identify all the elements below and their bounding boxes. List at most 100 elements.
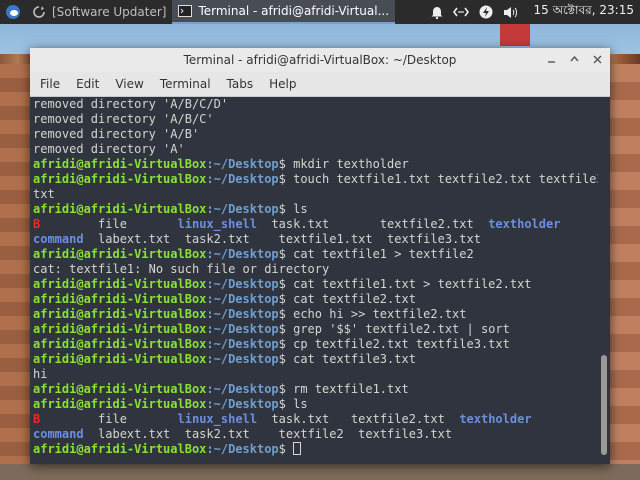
background-awning: [500, 24, 530, 46]
window-titlebar[interactable]: Terminal - afridi@afridi-VirtualBox: ~/D…: [30, 48, 610, 72]
output-line: removed directory 'A': [33, 142, 185, 156]
command-text: grep '$$' textfile2.txt | sort: [285, 322, 510, 336]
menu-edit[interactable]: Edit: [68, 77, 107, 91]
prompt-user: afridi@afridi-VirtualBox: [33, 322, 207, 336]
command-line: afridi@afridi-VirtualBox:~/Desktop$ ls: [33, 202, 598, 217]
prompt-user: afridi@afridi-VirtualBox: [33, 307, 207, 321]
prompt-user: afridi@afridi-VirtualBox: [33, 352, 207, 366]
command-line: afridi@afridi-VirtualBox:~/Desktop$ rm t…: [33, 382, 598, 397]
menu-view[interactable]: View: [107, 77, 151, 91]
taskbar-item-terminal[interactable]: Terminal - afridi@afridi-Virtual...: [172, 0, 396, 24]
prompt-user: afridi@afridi-VirtualBox: [33, 277, 207, 291]
terminal-output[interactable]: removed directory 'A/B/C/D' removed dire…: [30, 97, 598, 464]
prompt-char: $: [278, 337, 286, 351]
prompt-user: afridi@afridi-VirtualBox: [33, 172, 207, 186]
ls-row: B file linux_shell task.txt textfile2.tx…: [33, 412, 598, 427]
command-text: cat textfile1 > textfile2: [285, 247, 474, 261]
ls-entry: textfile2: [278, 427, 344, 441]
command-line: afridi@afridi-VirtualBox:~/Desktop$ cat …: [33, 292, 598, 307]
prompt-path: :~/Desktop: [206, 307, 279, 321]
ls-entry: task.txt: [271, 217, 330, 231]
bell-icon[interactable]: [431, 6, 443, 19]
prompt-path: :~/Desktop: [206, 397, 279, 411]
output-line: removed directory 'A/B/C/D': [33, 97, 229, 111]
output-line: hi: [33, 367, 48, 381]
command-text: cat textfile1.txt > textfile2.txt: [285, 277, 532, 291]
maximize-button[interactable]: [570, 53, 579, 67]
background-wall-left: [0, 64, 32, 480]
prompt-char: $: [278, 322, 286, 336]
command-line: afridi@afridi-VirtualBox:~/Desktop$ ls: [33, 397, 598, 412]
prompt-char: $: [278, 157, 286, 171]
command-line: afridi@afridi-VirtualBox:~/Desktop$ cat …: [33, 247, 598, 262]
ls-entry: linux_shell: [177, 412, 257, 426]
command-text: cat textfile3.txt: [285, 352, 416, 366]
ls-entry: textfile2.txt: [350, 412, 445, 426]
ls-entry: command: [33, 232, 84, 246]
close-icon: [593, 55, 602, 64]
command-text: ls: [285, 202, 308, 216]
command-line: afridi@afridi-VirtualBox:~/Desktop$ touc…: [33, 172, 598, 187]
prompt-user: afridi@afridi-VirtualBox: [33, 337, 207, 351]
output-line: removed directory 'A/B': [33, 127, 200, 141]
menu-bar: File Edit View Terminal Tabs Help: [30, 72, 610, 97]
window-title: Terminal - afridi@afridi-VirtualBox: ~/D…: [183, 53, 457, 67]
prompt-path: :~/Desktop: [206, 352, 279, 366]
terminal-window: Terminal - afridi@afridi-VirtualBox: ~/D…: [30, 48, 610, 464]
command-text: rm textfile1.txt: [285, 382, 409, 396]
text-cursor: [293, 442, 302, 455]
clock[interactable]: 15 অক্টোবর, 23:15: [529, 2, 634, 22]
close-button[interactable]: [593, 53, 602, 67]
background-street: [0, 464, 640, 480]
ls-entry: textfile3.txt: [387, 232, 481, 246]
xfce-mouse-icon: [6, 5, 20, 19]
command-line: afridi@afridi-VirtualBox:~/Desktop$ cp t…: [33, 337, 598, 352]
ls-entry: labext.txt: [98, 427, 171, 441]
command-line: afridi@afridi-VirtualBox:~/Desktop$ cat …: [33, 352, 598, 367]
command-text: cp textfile2.txt textfile3.txt: [285, 337, 510, 351]
prompt-path: :~/Desktop: [206, 247, 279, 261]
network-icon[interactable]: [453, 6, 470, 18]
top-panel: [Software Updater] Terminal - afridi@afr…: [0, 0, 640, 24]
prompt-char: $: [278, 307, 286, 321]
taskbar-item-software-updater[interactable]: [Software Updater]: [26, 0, 172, 24]
minimize-button[interactable]: [547, 53, 556, 67]
prompt-char: $: [278, 277, 286, 291]
scrollbar-thumb[interactable]: [601, 355, 607, 455]
volume-icon[interactable]: [503, 6, 519, 19]
ls-row: B file linux_shell task.txt textfile2.tx…: [33, 217, 598, 232]
prompt-char: $: [278, 202, 286, 216]
prompt-path: :~/Desktop: [206, 277, 279, 291]
app-menu-button[interactable]: [0, 0, 26, 24]
command-text: ls: [285, 397, 308, 411]
ls-entry: task2.txt: [184, 427, 250, 441]
command-text: echo hi >> textfile2.txt: [285, 307, 467, 321]
power-icon[interactable]: [479, 5, 493, 19]
menu-terminal[interactable]: Terminal: [152, 77, 219, 91]
ls-entry: textholder: [459, 412, 532, 426]
command-line: afridi@afridi-VirtualBox:~/Desktop$ echo…: [33, 307, 598, 322]
terminal-scrollbar[interactable]: [598, 97, 610, 464]
prompt-user: afridi@afridi-VirtualBox: [33, 382, 207, 396]
refresh-icon: [32, 5, 46, 19]
ls-entry: linux_shell: [177, 217, 257, 231]
ls-entry: textfile3.txt: [358, 427, 453, 441]
ls-entry: task.txt: [271, 412, 330, 426]
prompt-path: :~/Desktop: [206, 157, 279, 171]
ls-entry: command: [33, 427, 84, 441]
ls-entry: textfile1.txt: [278, 232, 373, 246]
menu-tabs[interactable]: Tabs: [219, 77, 262, 91]
menu-help[interactable]: Help: [261, 77, 304, 91]
prompt-path: :~/Desktop: [206, 202, 279, 216]
background-wall-right: [608, 64, 640, 480]
prompt-char: $: [278, 382, 286, 396]
prompt-path: :~/Desktop: [206, 442, 279, 456]
system-tray: 15 অক্টোবর, 23:15: [431, 2, 640, 22]
menu-file[interactable]: File: [30, 77, 68, 91]
prompt-path: :~/Desktop: [206, 172, 279, 186]
prompt-char: $: [278, 352, 286, 366]
ls-entry: textholder: [488, 217, 561, 231]
output-line: txt: [33, 187, 55, 201]
command-text: cat textfile2.txt: [285, 292, 416, 306]
prompt-char: $: [278, 247, 286, 261]
